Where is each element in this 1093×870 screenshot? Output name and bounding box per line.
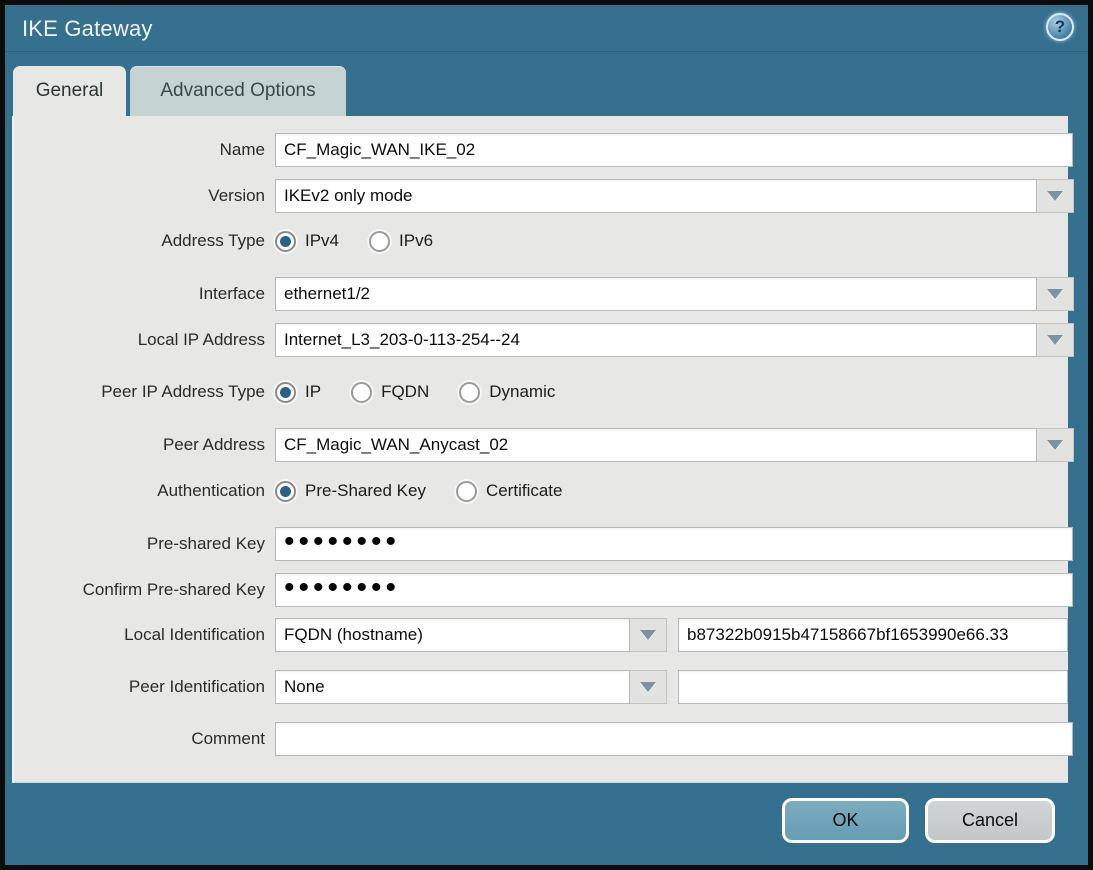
local-id-type-value[interactable]: FQDN (hostname) xyxy=(275,618,630,652)
local-ip-dropdown-button[interactable] xyxy=(1037,323,1074,357)
tab-advanced-options-label: Advanced Options xyxy=(160,80,315,102)
peer-id-row: Peer Identification None xyxy=(24,670,1068,704)
local-ip-value[interactable]: Internet_L3_203-0-113-254--24 xyxy=(275,323,1037,357)
peer-address-dropdown-button[interactable] xyxy=(1037,428,1074,462)
comment-input[interactable] xyxy=(275,722,1073,756)
peer-id-type-value[interactable]: None xyxy=(275,670,630,704)
radio-ipv4-label: IPv4 xyxy=(305,231,339,251)
psk-row: Pre-shared Key •••••••• xyxy=(24,527,1073,561)
psk-masked-value: •••••••• xyxy=(284,527,400,557)
version-value[interactable]: IKEv2 only mode xyxy=(275,179,1037,213)
name-row: Name CF_Magic_WAN_IKE_02 xyxy=(24,133,1073,167)
comment-row: Comment xyxy=(24,722,1073,756)
titlebar-divider xyxy=(5,51,1088,52)
interface-dropdown-button[interactable] xyxy=(1037,277,1074,311)
local-ip-select[interactable]: Internet_L3_203-0-113-254--24 xyxy=(275,323,1074,357)
radio-ipv6-label: IPv6 xyxy=(399,231,433,251)
local-id-label: Local Identification xyxy=(24,625,265,645)
psk-confirm-masked-value: •••••••• xyxy=(284,573,400,603)
peer-address-value[interactable]: CF_Magic_WAN_Anycast_02 xyxy=(275,428,1037,462)
radio-peer-ip[interactable] xyxy=(275,382,296,403)
tab-general[interactable]: General xyxy=(13,66,126,116)
psk-confirm-input[interactable]: •••••••• xyxy=(275,573,1073,607)
name-input[interactable]: CF_Magic_WAN_IKE_02 xyxy=(275,133,1073,167)
authentication-row: Authentication Pre-Shared Key Certificat… xyxy=(24,478,592,504)
local-ip-row: Local IP Address Internet_L3_203-0-113-2… xyxy=(24,323,1074,357)
comment-label: Comment xyxy=(24,729,265,749)
dialog-title: IKE Gateway xyxy=(22,16,153,42)
local-id-type-select[interactable]: FQDN (hostname) xyxy=(275,618,667,652)
local-id-dropdown-button[interactable] xyxy=(630,618,667,652)
peer-type-label: Peer IP Address Type xyxy=(24,382,265,402)
interface-select[interactable]: ethernet1/2 xyxy=(275,277,1074,311)
peer-id-dropdown-button[interactable] xyxy=(630,670,667,704)
help-icon[interactable]: ? xyxy=(1046,13,1074,41)
chevron-down-icon xyxy=(1047,289,1063,299)
psk-label: Pre-shared Key xyxy=(24,534,265,554)
radio-peer-fqdn[interactable] xyxy=(351,382,372,403)
address-type-label: Address Type xyxy=(24,231,265,251)
name-label: Name xyxy=(24,140,265,160)
ike-gateway-dialog: IKE Gateway ? General Advanced Options N… xyxy=(0,0,1093,870)
authentication-label: Authentication xyxy=(24,481,265,501)
address-type-row: Address Type IPv4 IPv6 xyxy=(24,228,463,254)
radio-peer-ip-label: IP xyxy=(305,382,321,402)
local-id-value-input[interactable]: b87322b0915b47158667bf1653990e66.33 xyxy=(678,618,1068,652)
chevron-down-icon xyxy=(640,630,656,640)
peer-address-label: Peer Address xyxy=(24,435,265,455)
interface-row: Interface ethernet1/2 xyxy=(24,277,1074,311)
tab-advanced-options[interactable]: Advanced Options xyxy=(130,66,346,116)
interface-label: Interface xyxy=(24,284,265,304)
radio-certificate-label: Certificate xyxy=(486,481,563,501)
radio-peer-fqdn-label: FQDN xyxy=(381,382,429,402)
psk-confirm-label: Confirm Pre-shared Key xyxy=(24,580,265,600)
radio-pre-shared-key[interactable] xyxy=(275,481,296,502)
chevron-down-icon xyxy=(1047,191,1063,201)
ok-button[interactable]: OK xyxy=(782,798,909,843)
psk-confirm-row: Confirm Pre-shared Key •••••••• xyxy=(24,573,1073,607)
radio-pre-shared-key-label: Pre-Shared Key xyxy=(305,481,426,501)
chevron-down-icon xyxy=(1047,335,1063,345)
peer-type-row: Peer IP Address Type IP FQDN Dynamic xyxy=(24,379,585,405)
tab-general-label: General xyxy=(36,80,104,102)
version-dropdown-button[interactable] xyxy=(1037,179,1074,213)
psk-input[interactable]: •••••••• xyxy=(275,527,1073,561)
general-tab-panel: Name CF_Magic_WAN_IKE_02 Version IKEv2 o… xyxy=(12,116,1068,783)
peer-id-value-input[interactable] xyxy=(678,670,1068,704)
chevron-down-icon xyxy=(640,682,656,692)
chevron-down-icon xyxy=(1047,440,1063,450)
local-ip-label: Local IP Address xyxy=(24,330,265,350)
version-label: Version xyxy=(24,186,265,206)
version-select[interactable]: IKEv2 only mode xyxy=(275,179,1074,213)
peer-address-select[interactable]: CF_Magic_WAN_Anycast_02 xyxy=(275,428,1074,462)
radio-ipv4[interactable] xyxy=(275,231,296,252)
peer-id-label: Peer Identification xyxy=(24,677,265,697)
cancel-button[interactable]: Cancel xyxy=(925,798,1055,843)
interface-value[interactable]: ethernet1/2 xyxy=(275,277,1037,311)
help-glyph: ? xyxy=(1055,17,1065,37)
version-row: Version IKEv2 only mode xyxy=(24,179,1074,213)
radio-certificate[interactable] xyxy=(456,481,477,502)
radio-peer-dynamic[interactable] xyxy=(459,382,480,403)
peer-address-row: Peer Address CF_Magic_WAN_Anycast_02 xyxy=(24,428,1074,462)
radio-peer-dynamic-label: Dynamic xyxy=(489,382,555,402)
radio-ipv6[interactable] xyxy=(369,231,390,252)
local-id-row: Local Identification FQDN (hostname) b87… xyxy=(24,618,1068,652)
peer-id-type-select[interactable]: None xyxy=(275,670,667,704)
